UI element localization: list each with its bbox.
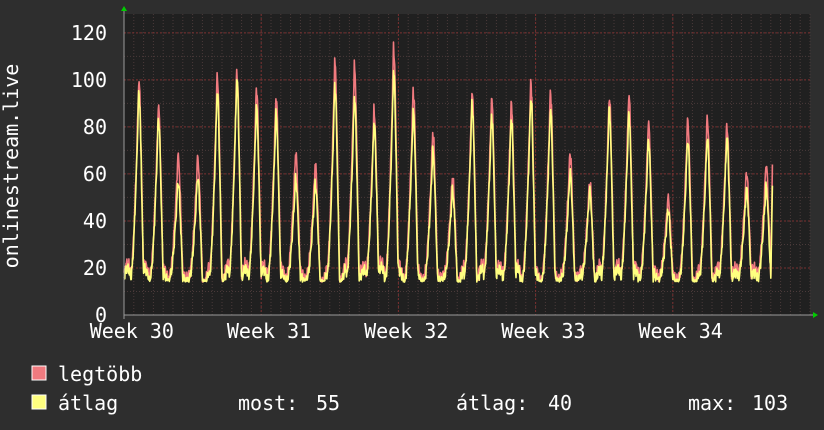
- x-tick-label: Week 30: [90, 319, 174, 343]
- legend-swatch-legtobb: [31, 365, 47, 381]
- stats-row: most: 55 átlag: 40 max: 103: [238, 391, 788, 415]
- legend-label-legtobb: legtöbb: [58, 362, 142, 386]
- x-tick-label: Week 32: [364, 319, 448, 343]
- y-tick-label: 60: [83, 162, 107, 186]
- x-tick-label: Week 33: [501, 319, 585, 343]
- stat-most-value: 55: [316, 391, 340, 415]
- stat-avg-label: átlag:: [456, 391, 528, 415]
- y-tick-label: 80: [83, 115, 107, 139]
- y-tick-label: 20: [83, 256, 107, 280]
- y-tick-label: 120: [71, 21, 107, 45]
- stat-most-label: most:: [238, 391, 298, 415]
- stat-max-value: 103: [752, 391, 788, 415]
- stat-max-label: max:: [688, 391, 736, 415]
- legend-label-atlag: átlag: [58, 391, 118, 415]
- stat-avg-value: 40: [548, 391, 572, 415]
- y-axis-label: onlinestream.live: [0, 64, 23, 269]
- y-tick-label: 40: [83, 209, 107, 233]
- x-tick-label: Week 34: [638, 319, 722, 343]
- legend-swatch-atlag: [31, 394, 47, 410]
- y-tick-label: 100: [71, 68, 107, 92]
- x-tick-label: Week 31: [227, 319, 311, 343]
- line-chart: 020406080100120 Week 30 Week 31 Week 32 Wee…: [0, 0, 824, 430]
